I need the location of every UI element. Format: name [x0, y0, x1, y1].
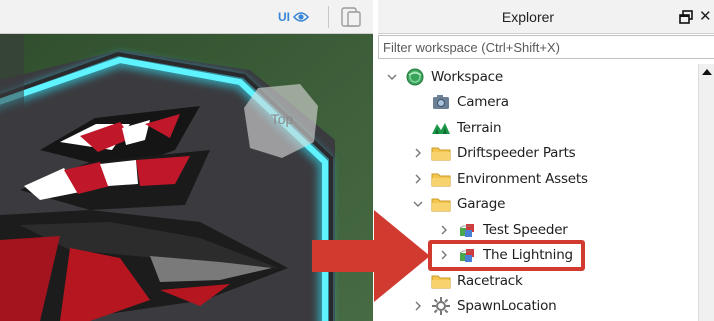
filter-input[interactable] — [379, 36, 714, 58]
ui-visibility-toggle[interactable]: UI — [278, 8, 309, 26]
tree-item-label: Test Speeder — [483, 221, 568, 238]
tree-item[interactable]: Workspace — [378, 64, 698, 90]
spawn-location-icon — [430, 296, 452, 316]
folder-icon — [430, 143, 452, 163]
chevron-right-icon[interactable] — [438, 224, 450, 236]
tree-expander[interactable] — [384, 69, 400, 85]
ui-toggle-label: UI — [278, 10, 290, 24]
model-icon — [456, 220, 478, 240]
chevron-down-icon[interactable] — [412, 198, 424, 210]
dock-button[interactable] — [678, 9, 694, 25]
tree-expander[interactable] — [436, 247, 452, 263]
tree-expander[interactable] — [436, 222, 452, 238]
device-emulator-icon — [341, 7, 361, 27]
tree-item-label: Workspace — [431, 68, 503, 85]
terrain-icon — [430, 118, 452, 138]
dock-window-icon — [679, 10, 693, 24]
tree-expander — [410, 94, 426, 110]
explorer-header: Explorer ✕ — [378, 0, 714, 34]
view-cube[interactable]: Top — [244, 84, 320, 158]
scroll-up-button[interactable] — [699, 64, 714, 80]
tree-item[interactable]: Terrain — [378, 115, 698, 141]
tree-item-label: Environment Assets — [457, 170, 588, 187]
tree-item[interactable]: Driftspeeder Parts — [378, 141, 698, 167]
chevron-right-icon[interactable] — [412, 173, 424, 185]
chevron-right-icon[interactable] — [438, 249, 450, 261]
explorer-title: Explorer — [501, 9, 555, 25]
folder-icon — [430, 271, 452, 291]
filter-workspace-field[interactable] — [378, 35, 714, 59]
folder-icon — [430, 194, 452, 214]
chevron-down-icon[interactable] — [386, 71, 398, 83]
tree-item-label: The Lightning — [483, 247, 573, 264]
tree-item-label: Camera — [457, 94, 509, 111]
tree-item[interactable]: Environment Assets — [378, 166, 698, 192]
annotation-arrow-icon — [312, 210, 430, 302]
scroll-up-arrow-icon — [702, 69, 712, 75]
folder-icon — [430, 169, 452, 189]
tree-expander — [410, 120, 426, 136]
device-emulator-button[interactable] — [338, 6, 364, 28]
close-button[interactable]: ✕ — [699, 8, 713, 24]
tree-item-label: Terrain — [457, 119, 502, 136]
camera-icon — [430, 92, 452, 112]
eye-icon — [293, 12, 309, 22]
chevron-right-icon[interactable] — [412, 147, 424, 159]
tree-item-label: SpawnLocation — [457, 298, 557, 315]
tree-scrollbar[interactable] — [698, 64, 714, 321]
close-icon: ✕ — [699, 7, 712, 25]
tree-item-label: Racetrack — [457, 272, 523, 289]
tree-expander[interactable] — [410, 145, 426, 161]
tree-item[interactable]: Camera — [378, 90, 698, 116]
model-icon — [456, 245, 478, 265]
workspace-globe-icon — [404, 67, 426, 87]
viewport-toolbar: UI — [0, 0, 373, 34]
toolbar-divider — [328, 6, 329, 28]
tree-expander[interactable] — [410, 171, 426, 187]
tree-item-label: Driftspeeder Parts — [457, 145, 576, 162]
tree-item-label: Garage — [457, 196, 506, 213]
view-cube-label: Top — [270, 111, 294, 127]
